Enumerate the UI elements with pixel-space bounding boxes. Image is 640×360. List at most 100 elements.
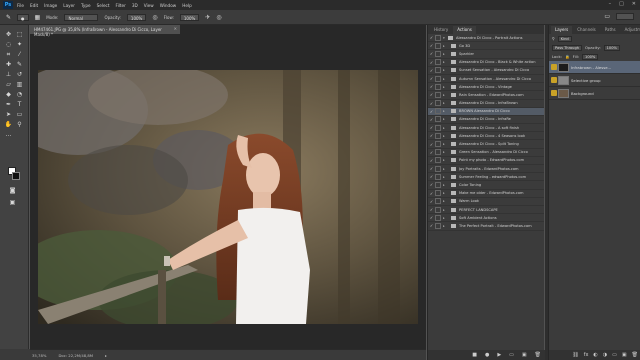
- action-enabled-check-icon[interactable]: ✓: [428, 174, 435, 179]
- action-row[interactable]: ✓ ▸ Sparkler: [428, 50, 544, 59]
- tab-adjustments[interactable]: Adjustments: [621, 26, 640, 34]
- layer-row[interactable]: Background: [549, 87, 640, 100]
- expand-triangle-icon[interactable]: ▸: [443, 134, 448, 138]
- kind-filter-select[interactable]: Kind: [557, 35, 572, 42]
- dialog-toggle-icon[interactable]: [435, 59, 441, 66]
- dialog-toggle-icon[interactable]: [435, 141, 441, 148]
- menu-select[interactable]: Select: [97, 3, 110, 8]
- workspace-select[interactable]: [616, 13, 634, 20]
- expand-triangle-icon[interactable]: ▸: [443, 117, 448, 121]
- stop-recording-icon[interactable]: ■: [472, 352, 477, 358]
- extra-tools-icon[interactable]: …: [4, 131, 13, 138]
- expand-triangle-icon[interactable]: ▸: [443, 167, 448, 171]
- action-enabled-check-icon[interactable]: ✓: [428, 35, 435, 40]
- action-row[interactable]: ✓ ▸ Joy Portraits - EdwardPhotos.com: [428, 165, 544, 174]
- dialog-toggle-icon[interactable]: [435, 91, 441, 98]
- action-row[interactable]: ✓ ▸ Rain Sensation - EdwardPhotos.com: [428, 91, 544, 100]
- layer-row[interactable]: Selective group: [549, 74, 640, 87]
- dialog-toggle-icon[interactable]: [435, 190, 441, 197]
- expand-triangle-icon[interactable]: ▸: [443, 60, 448, 64]
- visibility-eye-icon[interactable]: [549, 61, 558, 74]
- menu-image[interactable]: Image: [44, 3, 57, 8]
- dialog-toggle-icon[interactable]: [435, 124, 441, 131]
- dialog-toggle-icon[interactable]: [435, 116, 441, 123]
- expand-triangle-icon[interactable]: ▸: [443, 208, 448, 212]
- action-row[interactable]: ✓ ▸ Make me older - EdwardPhotos.com: [428, 190, 544, 198]
- action-enabled-check-icon[interactable]: ✓: [428, 76, 435, 81]
- add-mask-icon[interactable]: ◐: [593, 352, 597, 358]
- delete-action-icon[interactable]: 🗑: [535, 352, 541, 358]
- dialog-toggle-icon[interactable]: [435, 198, 441, 205]
- quick-select-tool-icon[interactable]: ✦: [15, 41, 24, 48]
- menu-type[interactable]: Type: [81, 3, 91, 8]
- layer-style-icon[interactable]: fx: [584, 352, 589, 358]
- mode-select[interactable]: Normal: [64, 13, 99, 21]
- action-enabled-check-icon[interactable]: ✓: [428, 43, 435, 48]
- new-layer-icon[interactable]: ▣: [622, 352, 627, 358]
- expand-triangle-icon[interactable]: ▸: [443, 93, 448, 97]
- action-enabled-check-icon[interactable]: ✓: [428, 207, 435, 212]
- action-enabled-check-icon[interactable]: ✓: [428, 191, 435, 196]
- action-row[interactable]: ✓ ▸ The Perfect Portrait - EdwardPhotos.co…: [428, 222, 544, 231]
- new-group-icon[interactable]: ▭: [612, 352, 617, 358]
- dialog-toggle-icon[interactable]: [435, 149, 441, 156]
- action-enabled-check-icon[interactable]: ✓: [428, 223, 435, 228]
- gradient-tool-icon[interactable]: ▥: [15, 81, 24, 88]
- expand-triangle-icon[interactable]: ▸: [443, 216, 448, 220]
- action-enabled-check-icon[interactable]: ✓: [428, 199, 435, 204]
- maximize-icon[interactable]: □: [619, 1, 624, 7]
- lasso-tool-icon[interactable]: ◌: [4, 41, 13, 48]
- zoom-level[interactable]: 35,78%: [32, 353, 46, 358]
- action-row[interactable]: ✓ ▸ Go 3D: [428, 42, 544, 51]
- expand-triangle-icon[interactable]: ▸: [443, 142, 448, 146]
- opacity-input[interactable]: 100%: [126, 13, 147, 21]
- expand-triangle-icon[interactable]: ▸: [443, 101, 448, 105]
- action-row[interactable]: ✓ ▸ Sunset Sensation - Alessandro Di Cicco: [428, 67, 544, 75]
- delete-layer-icon[interactable]: 🗑: [632, 352, 638, 358]
- pressure-opacity-icon[interactable]: ◎: [152, 14, 157, 21]
- menu-view[interactable]: View: [144, 3, 154, 8]
- workspace-icon[interactable]: ▭: [604, 13, 610, 20]
- pressure-size-icon[interactable]: ◎: [216, 14, 221, 21]
- expand-triangle-icon[interactable]: ▸: [443, 68, 448, 72]
- action-row[interactable]: ✓ ▸ Alessandro Di Cicco - InfraBrown: [428, 100, 544, 108]
- action-row[interactable]: ✓ ▸ Alessandro Di Cicco - Black & White ac…: [428, 59, 544, 67]
- expand-triangle-icon[interactable]: ▸: [443, 183, 448, 187]
- action-enabled-check-icon[interactable]: ✓: [428, 109, 435, 114]
- quick-mask-icon[interactable]: ◙: [8, 187, 17, 194]
- status-menu-icon[interactable]: ▸: [105, 353, 107, 358]
- menu-help[interactable]: Help: [182, 3, 192, 8]
- image-canvas[interactable]: [38, 70, 418, 324]
- dialog-toggle-icon[interactable]: [435, 206, 441, 213]
- visibility-eye-icon[interactable]: [549, 74, 558, 87]
- dialog-toggle-icon[interactable]: [435, 100, 441, 107]
- expand-triangle-icon[interactable]: ▸: [443, 199, 448, 203]
- link-layers-icon[interactable]: ⛓: [572, 352, 578, 358]
- action-enabled-check-icon[interactable]: ✓: [428, 51, 435, 56]
- crop-tool-icon[interactable]: ⌗: [4, 51, 13, 58]
- dialog-toggle-icon[interactable]: [435, 214, 441, 221]
- action-enabled-check-icon[interactable]: ✓: [428, 142, 435, 147]
- action-row[interactable]: ✓ ▸ Alessandro Di Cicco - Split Toning: [428, 140, 544, 149]
- record-icon[interactable]: ●: [485, 352, 489, 358]
- dialog-toggle-icon[interactable]: [435, 50, 441, 57]
- expand-triangle-icon[interactable]: ▸: [443, 175, 448, 179]
- action-row[interactable]: ✓ ▸ Alessandro Di Cicco - Vintage: [428, 83, 544, 92]
- menu-window[interactable]: Window: [160, 3, 177, 8]
- blur-tool-icon[interactable]: ◆: [4, 91, 13, 98]
- play-icon[interactable]: ▶: [497, 352, 501, 358]
- dialog-toggle-icon[interactable]: [435, 34, 441, 41]
- expand-triangle-icon[interactable]: ▸: [443, 44, 448, 48]
- new-action-icon[interactable]: ▣: [522, 352, 527, 358]
- layer-opacity-input[interactable]: 100%: [603, 44, 620, 51]
- clone-stamp-tool-icon[interactable]: ⊥: [4, 71, 13, 78]
- close-window-icon[interactable]: ✕: [632, 1, 636, 7]
- action-enabled-check-icon[interactable]: ✓: [428, 125, 435, 130]
- action-enabled-check-icon[interactable]: ✓: [428, 150, 435, 155]
- action-enabled-check-icon[interactable]: ✓: [428, 101, 435, 106]
- action-row[interactable]: ✓ ▸ Summer Feeling - edwardPhotos.com: [428, 173, 544, 182]
- tab-history[interactable]: History: [430, 26, 452, 34]
- action-row[interactable]: ✓ ▸ Alessandro Di Cicco - InfraRe: [428, 116, 544, 125]
- tab-actions[interactable]: Actions: [453, 26, 476, 34]
- background-color-swatch[interactable]: [12, 172, 20, 180]
